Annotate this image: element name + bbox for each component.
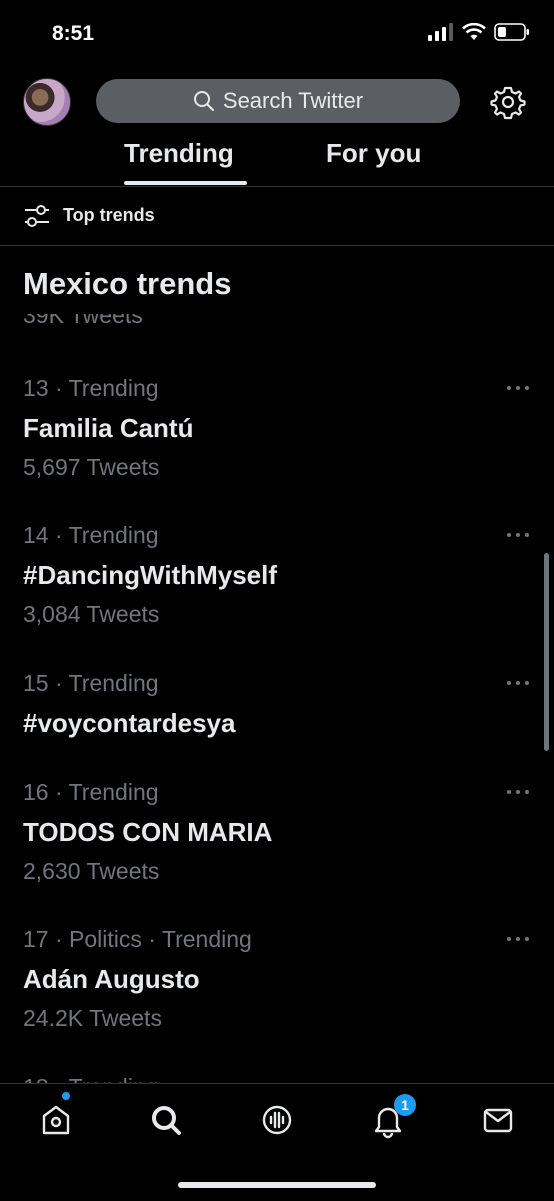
notification-badge: 1 (394, 1094, 416, 1116)
home-icon[interactable] (36, 1100, 76, 1140)
trend-item[interactable]: 14 · Trending #DancingWithMyself 3,084 T… (0, 522, 554, 642)
battery-icon (494, 23, 529, 41)
avatar[interactable] (23, 78, 71, 126)
trend-meta: 13 · Trending (23, 375, 159, 401)
more-options-icon[interactable] (506, 788, 530, 796)
active-tab-indicator (124, 181, 247, 185)
more-options-icon[interactable] (506, 935, 530, 943)
trend-item[interactable]: 15 · Trending #voycontardesya (0, 670, 554, 750)
clipped-count-text: 39K Tweets (23, 314, 143, 328)
gear-icon[interactable] (490, 84, 526, 120)
sliders-icon (25, 205, 49, 227)
trend-item[interactable]: 17 · Politics · Trending Adán Augusto 24… (0, 926, 554, 1046)
trend-name: Familia Cantú (23, 413, 194, 443)
trend-count: 3,084 Tweets (23, 601, 160, 627)
status-icons (428, 23, 530, 41)
trend-name: #DancingWithMyself (23, 560, 278, 590)
search-icon[interactable] (146, 1100, 186, 1140)
status-time: 8:51 (52, 22, 95, 45)
section-title: Mexico trends (23, 266, 232, 301)
trend-count: 2,630 Tweets (23, 858, 160, 884)
tab-bar: Trending For you (0, 132, 554, 187)
trend-name: #voycontardesya (23, 708, 236, 738)
tab-trending[interactable]: Trending (124, 138, 234, 169)
clipped-trend-count: 39K Tweets (0, 314, 554, 336)
search-input[interactable]: Search Twitter (96, 79, 460, 123)
messages-icon[interactable] (478, 1100, 518, 1140)
trend-meta: 17 · Politics · Trending (23, 926, 252, 952)
cellular-signal-icon (428, 23, 453, 41)
spaces-icon[interactable] (257, 1100, 297, 1140)
trend-count: 5,697 Tweets (23, 454, 160, 480)
trend-name: Adán Augusto (23, 964, 200, 994)
tab-for-you[interactable]: For you (326, 138, 421, 169)
header: Search Twitter (0, 70, 554, 132)
search-placeholder: Search Twitter (222, 88, 364, 113)
more-options-icon[interactable] (506, 384, 530, 392)
top-trends-label: Top trends (63, 205, 155, 225)
clipped-meta-text: 18 · Trending (23, 1074, 159, 1083)
trend-count: 24.2K Tweets (23, 1005, 162, 1031)
trend-name: TODOS CON MARIA (23, 817, 273, 847)
home-indicator[interactable] (178, 1182, 376, 1188)
bottom-nav: 1 (0, 1083, 554, 1201)
home-unread-dot (62, 1092, 70, 1100)
more-options-icon[interactable] (506, 679, 530, 687)
trend-item[interactable]: 16 · Trending TODOS CON MARIA 2,630 Twee… (0, 779, 554, 899)
search-icon (193, 91, 214, 111)
trend-meta: 14 · Trending (23, 522, 159, 548)
trend-meta: 15 · Trending (23, 670, 159, 696)
trend-item[interactable]: 13 · Trending Familia Cantú 5,697 Tweets (0, 375, 554, 495)
wifi-icon (462, 23, 486, 40)
trend-meta: 16 · Trending (23, 779, 159, 805)
more-options-icon[interactable] (506, 531, 530, 539)
clipped-trend-meta: 18 · Trending (0, 1066, 554, 1083)
status-bar: 8:51 (0, 0, 554, 70)
scrollbar[interactable] (544, 553, 549, 751)
top-trends-filter[interactable]: Top trends (0, 187, 554, 246)
